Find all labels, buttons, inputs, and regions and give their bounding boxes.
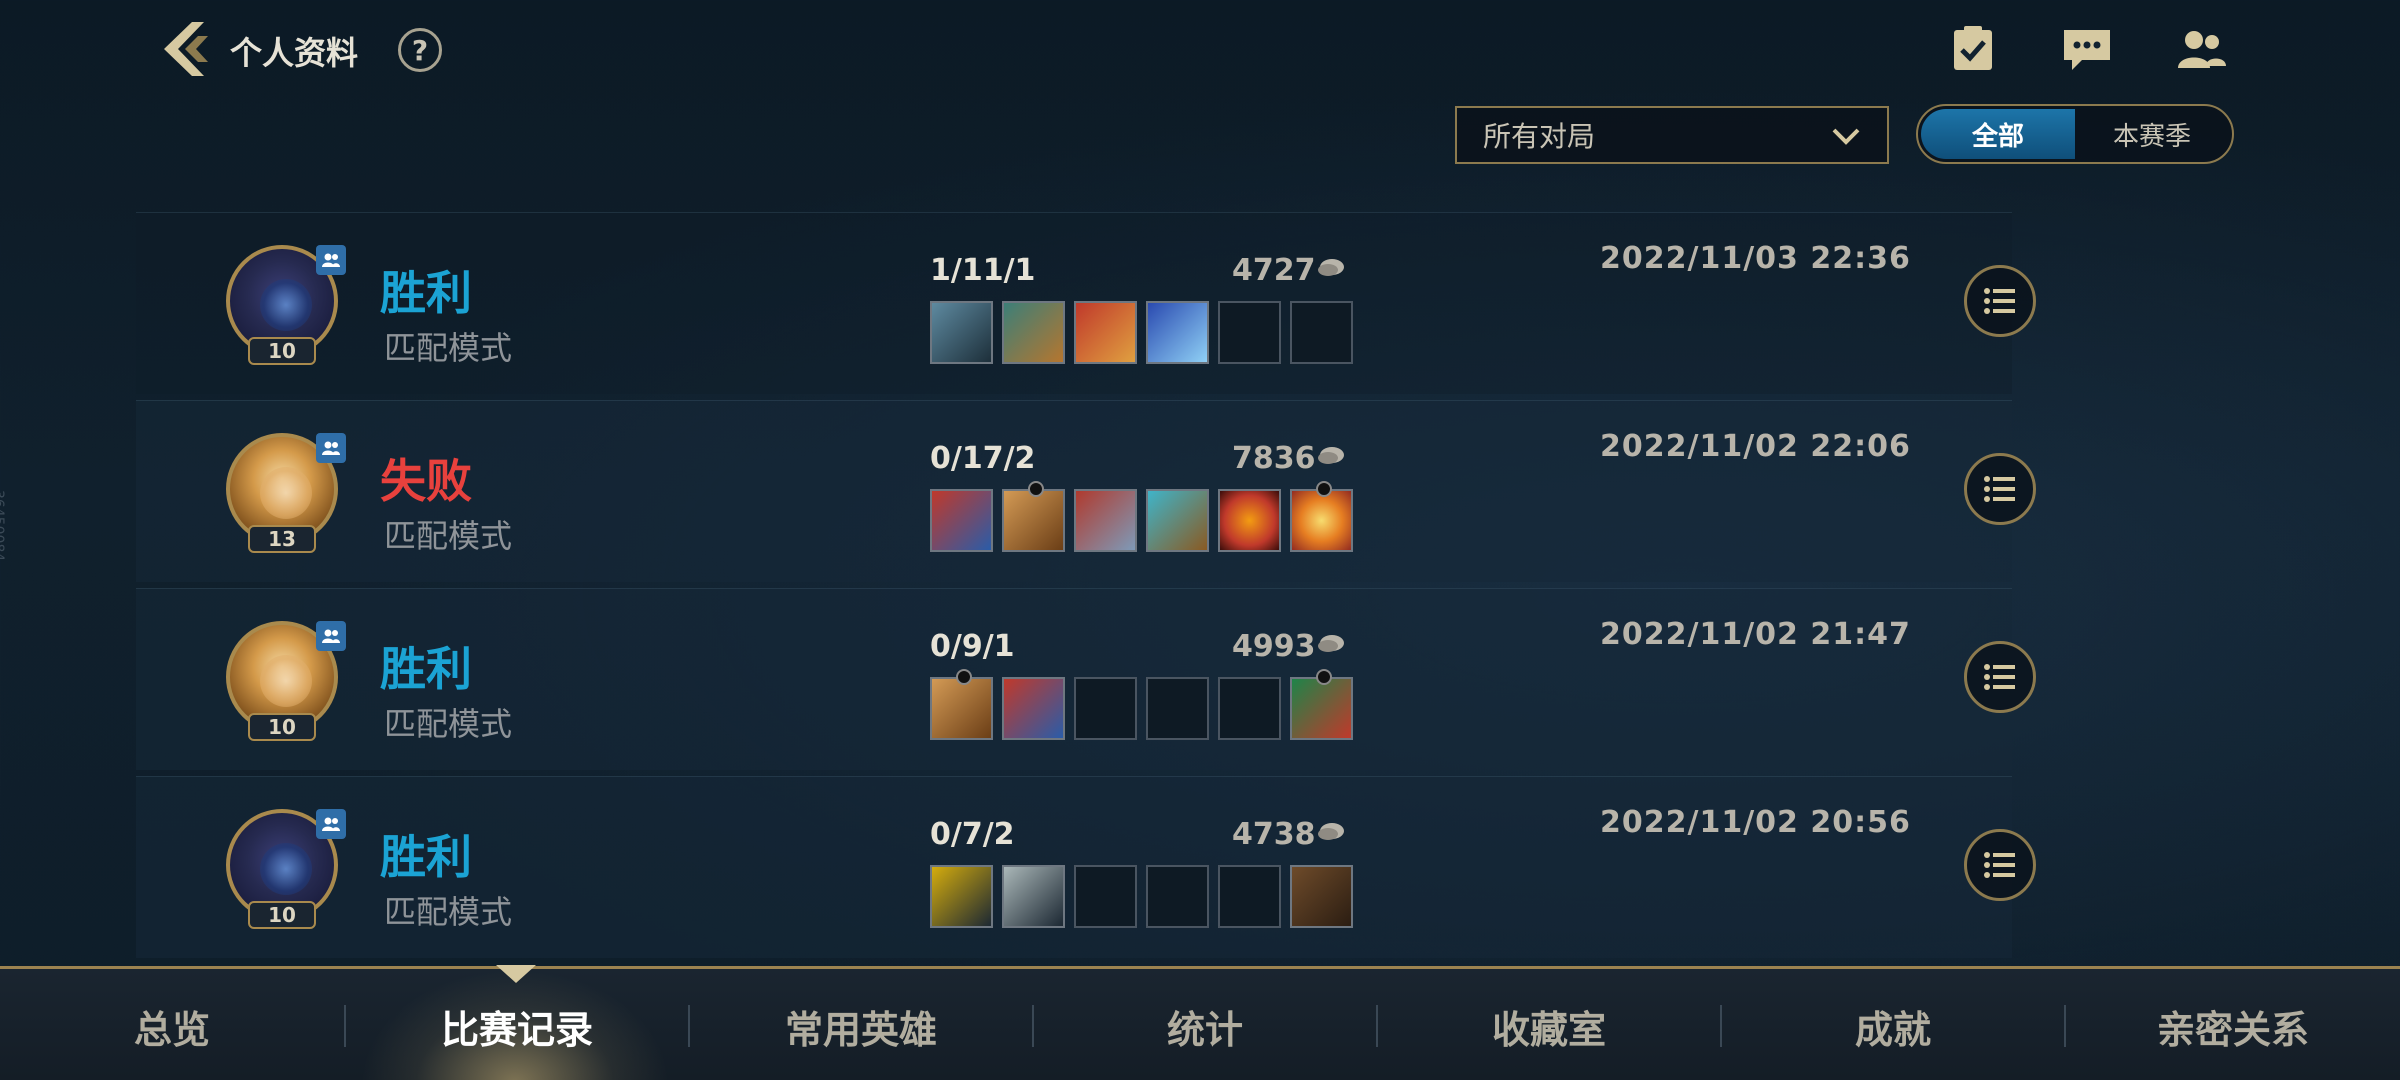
empty-item-slot (1218, 677, 1281, 740)
friends-icon[interactable] (2174, 24, 2228, 74)
party-icon (316, 433, 346, 463)
match-result: 胜利 (380, 266, 472, 320)
game-mode: 匹配模式 (384, 329, 513, 367)
match-detail-button[interactable] (1964, 829, 2036, 901)
match-time: 2022/11/03 22:36 (1600, 241, 1911, 276)
party-icon (316, 245, 346, 275)
party-icon (316, 621, 346, 651)
bottom-nav: 总览 比赛记录 常用英雄 统计 收藏室 成就 亲密关系 (0, 965, 2400, 1080)
game-mode: 匹配模式 (384, 893, 513, 931)
axe-item (1002, 301, 1065, 364)
checklist-icon[interactable] (1946, 24, 2000, 74)
match-row[interactable]: 10 胜利 匹配模式 1/11/1 4727 2022/11/03 22:36 (136, 212, 2036, 394)
gold-amount: 4993 (1232, 629, 1316, 664)
back-arrow-icon (164, 22, 208, 76)
blade-item (1074, 301, 1137, 364)
armor-item (1146, 489, 1209, 552)
list-icon (1984, 852, 2015, 878)
match-time: 2022/11/02 20:56 (1600, 805, 1911, 840)
tab-achievements[interactable]: 成就 (1722, 969, 2064, 1080)
toggle-this-season[interactable]: 本赛季 (2075, 109, 2229, 159)
empty-item-slot (1074, 865, 1137, 928)
match-result: 胜利 (380, 830, 472, 884)
match-type-select[interactable]: 所有对局 (1455, 106, 1889, 164)
side-id: 36450084 (0, 490, 6, 562)
game-mode: 匹配模式 (384, 517, 513, 555)
item-slots (930, 669, 1353, 740)
chat-icon[interactable] (2060, 24, 2114, 74)
tab-collection[interactable]: 收藏室 (1378, 969, 1720, 1080)
hero-avatar: 10 (226, 621, 346, 743)
empty-item-slot (1146, 865, 1209, 928)
match-row[interactable]: 13 失败 匹配模式 0/17/2 7836 2022/11/02 22:06 (136, 400, 2036, 582)
gold-coin-icon (1318, 447, 1344, 464)
boots-item (1290, 669, 1353, 740)
empty-item-slot (1218, 301, 1281, 364)
match-detail-button[interactable] (1964, 641, 2036, 713)
game-mode: 匹配模式 (384, 705, 513, 743)
empty-item-slot (1074, 677, 1137, 740)
wings-item (1074, 489, 1137, 552)
list-icon (1984, 476, 2015, 502)
emblem-item (930, 865, 993, 928)
empty-item-slot (1146, 677, 1209, 740)
hero-avatar: 10 (226, 245, 346, 367)
kda: 0/9/1 (930, 629, 1015, 664)
match-time: 2022/11/02 21:47 (1600, 617, 1911, 652)
gold-amount: 7836 (1232, 441, 1316, 476)
match-detail-button[interactable] (1964, 453, 2036, 525)
match-detail-button[interactable] (1964, 265, 2036, 337)
tab-overview[interactable]: 总览 (0, 969, 344, 1080)
empty-item-slot (1290, 301, 1353, 364)
match-row[interactable]: 10 胜利 匹配模式 0/7/2 4738 2022/11/02 20:56 (136, 776, 2036, 958)
leather-boots-item (1290, 865, 1353, 928)
toggle-all[interactable]: 全部 (1921, 109, 2075, 159)
item-slots (930, 865, 1353, 928)
help-button[interactable]: ? (398, 28, 442, 72)
shield-item (930, 489, 993, 552)
star-item (1290, 481, 1353, 552)
season-toggle: 全部 本赛季 (1916, 104, 2234, 164)
tab-statistics[interactable]: 统计 (1034, 969, 1376, 1080)
hero-avatar: 13 (226, 433, 346, 555)
match-type-value: 所有对局 (1483, 120, 1596, 153)
match-result: 失败 (380, 454, 472, 508)
kda: 1/11/1 (930, 253, 1036, 288)
match-row[interactable]: 10 胜利 匹配模式 0/9/1 4993 2022/11/02 21:47 (136, 588, 2036, 770)
level-badge: 10 (248, 901, 316, 929)
header: 个人资料 ? (0, 0, 2400, 100)
chevron-down-icon (1832, 128, 1860, 145)
match-time: 2022/11/02 22:06 (1600, 429, 1911, 464)
list-icon (1984, 664, 2015, 690)
gold-amount: 4738 (1232, 817, 1316, 852)
party-icon (316, 809, 346, 839)
level-badge: 13 (248, 525, 316, 553)
tab-common-heroes[interactable]: 常用英雄 (690, 969, 1032, 1080)
gold-coin-icon (1318, 259, 1344, 276)
empty-item-slot (1218, 865, 1281, 928)
hero-avatar: 10 (226, 809, 346, 931)
back-button[interactable] (158, 18, 218, 80)
potion-item (1218, 489, 1281, 552)
sword-item (930, 301, 993, 364)
item-slots (930, 301, 1353, 364)
shield-item (1002, 677, 1065, 740)
level-badge: 10 (248, 337, 316, 365)
item-slots (930, 481, 1353, 552)
level-badge: 10 (248, 713, 316, 741)
gold-coin-icon (1318, 635, 1344, 652)
buckler-item (930, 669, 993, 740)
kda: 0/7/2 (930, 817, 1015, 852)
buckler-item (1002, 481, 1065, 552)
dagger-item (1002, 865, 1065, 928)
crystal-sword-item (1146, 301, 1209, 364)
gold-amount: 4727 (1232, 253, 1316, 288)
page-title: 个人资料 (230, 34, 359, 72)
tab-match-history[interactable]: 比赛记录 (346, 969, 688, 1080)
match-result: 胜利 (380, 642, 472, 696)
kda: 0/17/2 (930, 441, 1036, 476)
list-icon (1984, 288, 2015, 314)
gold-coin-icon (1318, 823, 1344, 840)
tab-relationships[interactable]: 亲密关系 (2066, 969, 2400, 1080)
